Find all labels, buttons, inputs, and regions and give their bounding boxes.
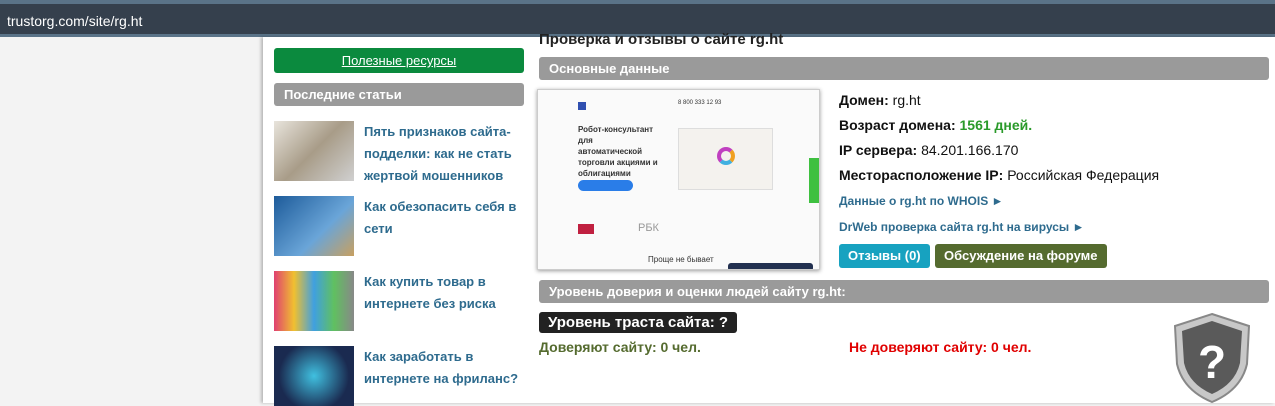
side-tab: [809, 158, 819, 203]
article-thumbnail[interactable]: [274, 121, 354, 181]
basic-data-header: Основные данные: [539, 57, 1269, 80]
chat-widget: [728, 263, 813, 269]
article-thumbnail[interactable]: [274, 196, 354, 256]
forum-button[interactable]: Обсуждение на форуме: [935, 244, 1107, 268]
ip-row: IP сервера: 84.201.166.170: [839, 142, 1019, 158]
svg-text:?: ?: [1198, 336, 1226, 388]
logo-icon: [578, 102, 586, 110]
domain-row: Домен: rg.ht: [839, 92, 921, 108]
phone-text: 8 800 333 12 93: [678, 100, 722, 106]
site-screenshot[interactable]: 8 800 333 12 93 Робот-консультант для ав…: [537, 89, 820, 270]
reviews-button[interactable]: Отзывы (0): [839, 244, 930, 268]
article-link[interactable]: Как обезопасить себя в сети: [364, 196, 524, 240]
recent-articles-header: Последние статьи: [274, 83, 524, 106]
domain-age-row: Возраст домена: 1561 дней.: [839, 117, 1033, 133]
trust-header: Уровень доверия и оценки людей сайту rg.…: [539, 280, 1269, 303]
page-title: Проверка и отзывы о сайте rg.ht: [539, 31, 784, 48]
app-preview: [678, 128, 773, 190]
drweb-link[interactable]: DrWeb проверка сайта rg.ht на вирусы ►: [839, 220, 1084, 234]
article-thumbnail[interactable]: [274, 271, 354, 331]
useful-resources-button[interactable]: Полезные ресурсы: [274, 48, 524, 73]
badge-icon: [578, 224, 594, 234]
partner-logo: РБК: [638, 222, 659, 234]
trust-yes-count: Доверяют сайту: 0 чел.: [539, 339, 701, 355]
article-thumbnail[interactable]: [274, 346, 354, 406]
location-row: Месторасположение IP: Российская Федерац…: [839, 167, 1160, 183]
article-link[interactable]: Как заработать в интернете на фриланс?: [364, 346, 524, 390]
headline-text: Робот-консультант для автоматической тор…: [578, 125, 658, 178]
trust-level-badge: Уровень траста сайта: ?: [539, 312, 738, 333]
page-content: Полезные ресурсы Последние статьи Пять п…: [263, 31, 1275, 406]
article-link[interactable]: Пять признаков сайта-подделки: как не ст…: [364, 121, 524, 187]
footer-text: Проще не бывает: [648, 255, 714, 264]
article-link[interactable]: Как купить товар в интернете без риска: [364, 271, 524, 315]
whois-link[interactable]: Данные о rg.ht по WHOIS ►: [839, 194, 1003, 208]
shield-question-icon: ?: [1173, 312, 1251, 404]
cta-button: [578, 180, 633, 191]
trust-no-count: Не доверяют сайту: 0 чел.: [849, 339, 1032, 355]
url-text[interactable]: trustorg.com/site/rg.ht: [7, 13, 142, 29]
